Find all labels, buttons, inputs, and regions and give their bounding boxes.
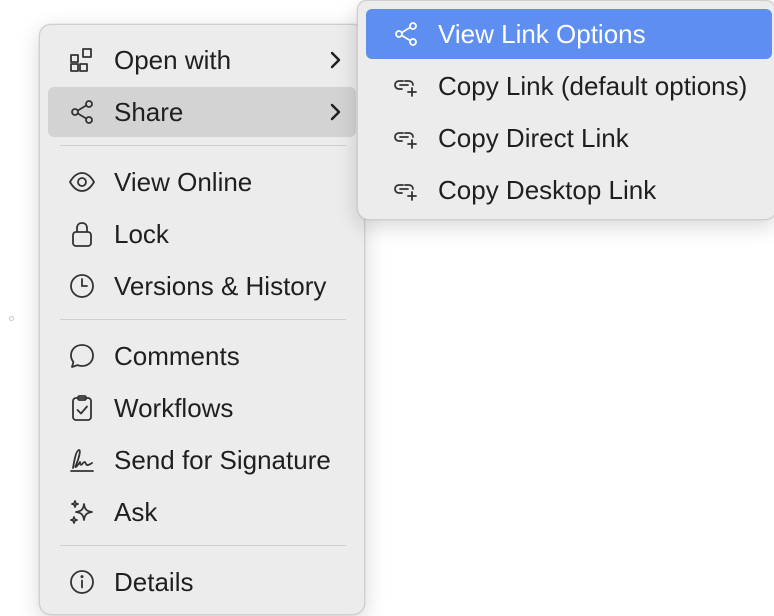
share-submenu: View Link Options Copy Link (default opt…: [357, 0, 774, 220]
submenu-item-copy-desktop-link[interactable]: Copy Desktop Link: [366, 165, 772, 215]
menu-item-lock[interactable]: Lock: [48, 209, 356, 259]
menu-item-details[interactable]: Details: [48, 557, 356, 607]
menu-item-view-online[interactable]: View Online: [48, 157, 356, 207]
menu-item-label: Workflows: [114, 392, 234, 423]
menu-separator: [60, 319, 346, 320]
menu-item-send-for-signature[interactable]: Send for Signature: [48, 435, 356, 485]
submenu-item-view-link-options[interactable]: View Link Options: [366, 9, 772, 59]
menu-item-label: Ask: [114, 496, 158, 527]
submenu-item-label: Copy Desktop Link: [438, 174, 657, 205]
share-icon: [68, 98, 96, 126]
clipboard-check-icon: [68, 394, 96, 422]
submenu-item-copy-direct-link[interactable]: Copy Direct Link: [366, 113, 772, 163]
chevron-right-icon: [330, 51, 341, 69]
menu-item-share[interactable]: Share: [48, 87, 356, 137]
info-icon: [68, 568, 96, 596]
chevron-right-icon: [330, 103, 341, 121]
open-with-icon: [68, 46, 96, 74]
menu-item-open-with[interactable]: Open with: [48, 35, 356, 85]
eye-icon: [68, 168, 96, 196]
lock-icon: [68, 220, 96, 248]
menu-separator: [60, 545, 346, 546]
comment-icon: [68, 342, 96, 370]
link-add-icon: [392, 72, 420, 100]
menu-item-ask[interactable]: Ask: [48, 487, 356, 537]
clock-icon: [68, 272, 96, 300]
submenu-item-label: Copy Link (default options): [438, 70, 748, 101]
menu-item-label: Send for Signature: [114, 444, 331, 475]
menu-item-label: Versions & History: [114, 270, 327, 301]
menu-separator: [60, 145, 346, 146]
context-menu: Open with Share View Online Lock Version…: [39, 24, 365, 615]
link-add-icon: [392, 124, 420, 152]
menu-item-label: Share: [114, 96, 184, 127]
submenu-item-label: View Link Options: [438, 18, 646, 49]
menu-item-label: Comments: [114, 340, 240, 371]
menu-item-comments[interactable]: Comments: [48, 331, 356, 381]
signature-icon: [68, 446, 96, 474]
menu-item-versions-history[interactable]: Versions & History: [48, 261, 356, 311]
menu-item-label: Details: [114, 566, 194, 597]
menu-item-label: Open with: [114, 44, 232, 75]
menu-item-workflows[interactable]: Workflows: [48, 383, 356, 433]
link-add-icon: [392, 176, 420, 204]
menu-item-label: View Online: [114, 166, 253, 197]
menu-item-label: Lock: [114, 218, 169, 249]
submenu-item-copy-link-default[interactable]: Copy Link (default options): [366, 61, 772, 111]
sparkle-icon: [68, 498, 96, 526]
share-icon: [392, 20, 420, 48]
stray-dot: [9, 316, 14, 321]
submenu-item-label: Copy Direct Link: [438, 122, 629, 153]
